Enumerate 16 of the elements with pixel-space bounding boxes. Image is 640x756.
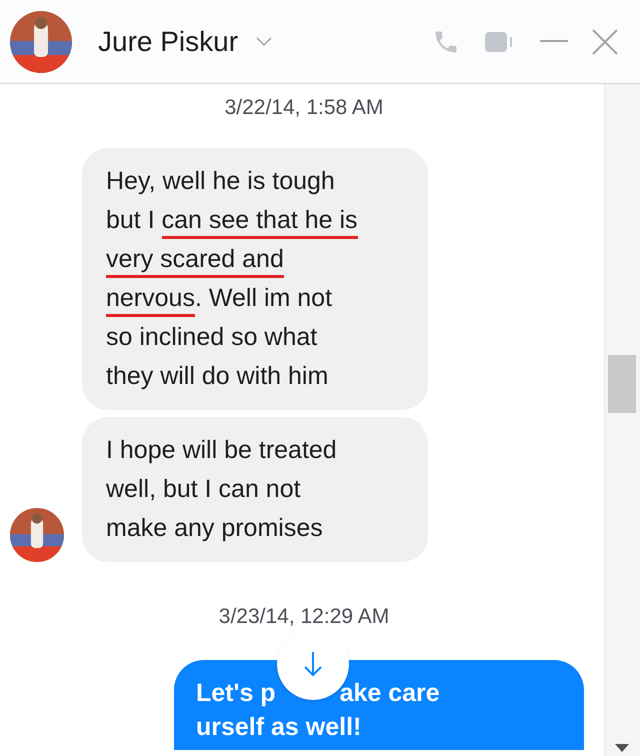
close-icon[interactable] [592, 28, 618, 54]
minimize-icon[interactable] [540, 40, 568, 44]
contact-name[interactable]: Jure Piskur [98, 20, 238, 62]
message-text: Let's p [196, 678, 276, 709]
chevron-down-icon[interactable] [256, 36, 272, 46]
scroll-down-icon[interactable] [615, 744, 629, 752]
timestamp: 3/22/14, 1:58 AM [224, 95, 384, 121]
scrollbar-thumb[interactable] [608, 355, 636, 413]
message-bubble: Hey, well he is tough but I can see that he is very scared and nervous. Well im not so inclined so what they will do with him [82, 148, 428, 410]
message-text: urself as well! [196, 712, 362, 740]
message-text: ake care [340, 678, 440, 709]
scrollbar[interactable] [604, 84, 640, 756]
arrow-down-icon [303, 651, 323, 677]
message-bubble: I hope will be treated well, but I can not make any promises [82, 416, 428, 562]
video-camera-icon[interactable] [484, 30, 514, 54]
timestamp: 3/23/14, 12:29 AM [218, 604, 390, 630]
